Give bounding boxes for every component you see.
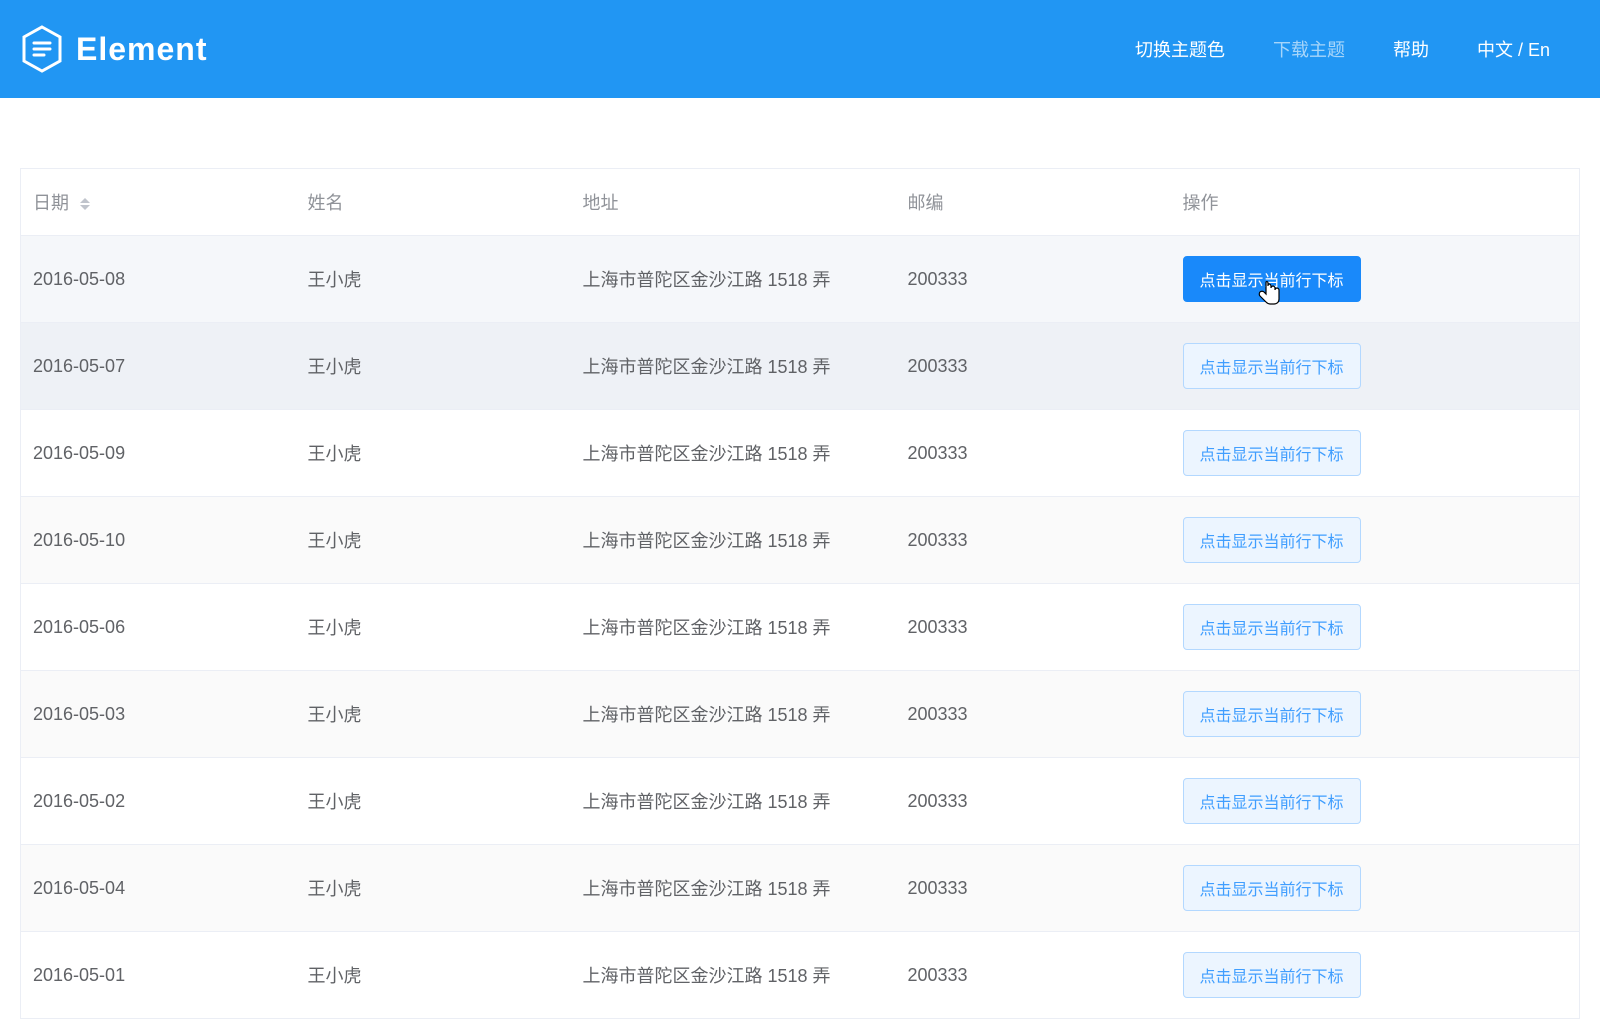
cell-action: 点击显示当前行下标 [1171,323,1580,410]
logo-text: Element [76,31,207,68]
cell-date: 2016-05-03 [21,671,296,758]
column-header-action: 操作 [1171,169,1580,236]
sort-icon[interactable] [80,198,90,210]
show-index-button[interactable]: 点击显示当前行下标 [1183,517,1361,563]
nav-help[interactable]: 帮助 [1393,36,1429,62]
sort-up-icon [80,198,90,203]
cell-name: 王小虎 [296,497,571,584]
cell-action: 点击显示当前行下标 [1171,236,1580,323]
cell-action: 点击显示当前行下标 [1171,584,1580,671]
nav-theme-color[interactable]: 切换主题色 [1135,36,1225,62]
cell-zip: 200333 [896,758,1171,845]
data-table: 日期 姓名 地址 邮编 操作 2016-05-08 王小虎 上海市普陀区金沙江路… [20,168,1580,1019]
sort-down-icon [80,205,90,210]
nav: 切换主题色 下载主题 帮助 中文 / En [1135,36,1580,62]
column-header-zip[interactable]: 邮编 [896,169,1171,236]
cell-action: 点击显示当前行下标 [1171,845,1580,932]
cell-name: 王小虎 [296,584,571,671]
cell-zip: 200333 [896,671,1171,758]
nav-download-theme[interactable]: 下载主题 [1273,36,1345,62]
cell-address: 上海市普陀区金沙江路 1518 弄 [571,497,896,584]
cell-address: 上海市普陀区金沙江路 1518 弄 [571,236,896,323]
cell-address: 上海市普陀区金沙江路 1518 弄 [571,758,896,845]
cell-zip: 200333 [896,584,1171,671]
cell-date: 2016-05-04 [21,845,296,932]
cell-action: 点击显示当前行下标 [1171,410,1580,497]
cell-name: 王小虎 [296,932,571,1019]
cell-name: 王小虎 [296,845,571,932]
column-label: 日期 [33,193,69,213]
cell-zip: 200333 [896,932,1171,1019]
show-index-button[interactable]: 点击显示当前行下标 [1183,604,1361,650]
cell-action: 点击显示当前行下标 [1171,671,1580,758]
cell-zip: 200333 [896,410,1171,497]
column-header-address[interactable]: 地址 [571,169,896,236]
table-body: 2016-05-08 王小虎 上海市普陀区金沙江路 1518 弄 200333 … [21,236,1580,1019]
cell-date: 2016-05-09 [21,410,296,497]
cell-address: 上海市普陀区金沙江路 1518 弄 [571,584,896,671]
cell-name: 王小虎 [296,236,571,323]
cell-action: 点击显示当前行下标 [1171,758,1580,845]
table-row: 2016-05-09 王小虎 上海市普陀区金沙江路 1518 弄 200333 … [21,410,1580,497]
cell-address: 上海市普陀区金沙江路 1518 弄 [571,671,896,758]
cell-zip: 200333 [896,236,1171,323]
cell-zip: 200333 [896,845,1171,932]
table-row: 2016-05-03 王小虎 上海市普陀区金沙江路 1518 弄 200333 … [21,671,1580,758]
cell-name: 王小虎 [296,410,571,497]
cell-address: 上海市普陀区金沙江路 1518 弄 [571,410,896,497]
table-row: 2016-05-02 王小虎 上海市普陀区金沙江路 1518 弄 200333 … [21,758,1580,845]
show-index-button[interactable]: 点击显示当前行下标 [1183,691,1361,737]
cell-name: 王小虎 [296,671,571,758]
cell-address: 上海市普陀区金沙江路 1518 弄 [571,845,896,932]
cell-zip: 200333 [896,323,1171,410]
cell-date: 2016-05-10 [21,497,296,584]
table-row: 2016-05-06 王小虎 上海市普陀区金沙江路 1518 弄 200333 … [21,584,1580,671]
table-row: 2016-05-08 王小虎 上海市普陀区金沙江路 1518 弄 200333 … [21,236,1580,323]
logo[interactable]: Element [20,25,207,73]
show-index-button[interactable]: 点击显示当前行下标 [1183,778,1361,824]
logo-icon [20,25,64,73]
column-header-date[interactable]: 日期 [21,169,296,236]
show-index-button[interactable]: 点击显示当前行下标 [1183,343,1361,389]
nav-language[interactable]: 中文 / En [1477,36,1550,62]
header: Element 切换主题色 下载主题 帮助 中文 / En [0,0,1600,98]
show-index-button[interactable]: 点击显示当前行下标 [1183,952,1361,998]
cell-date: 2016-05-06 [21,584,296,671]
cell-zip: 200333 [896,497,1171,584]
table-row: 2016-05-01 王小虎 上海市普陀区金沙江路 1518 弄 200333 … [21,932,1580,1019]
table-row: 2016-05-04 王小虎 上海市普陀区金沙江路 1518 弄 200333 … [21,845,1580,932]
cell-date: 2016-05-02 [21,758,296,845]
cell-name: 王小虎 [296,758,571,845]
table-row: 2016-05-10 王小虎 上海市普陀区金沙江路 1518 弄 200333 … [21,497,1580,584]
cell-date: 2016-05-07 [21,323,296,410]
cell-address: 上海市普陀区金沙江路 1518 弄 [571,932,896,1019]
table-row: 2016-05-07 王小虎 上海市普陀区金沙江路 1518 弄 200333 … [21,323,1580,410]
cell-date: 2016-05-01 [21,932,296,1019]
show-index-button[interactable]: 点击显示当前行下标 [1183,865,1361,911]
content: 日期 姓名 地址 邮编 操作 2016-05-08 王小虎 上海市普陀区金沙江路… [0,98,1600,1019]
cell-action: 点击显示当前行下标 [1171,932,1580,1019]
show-index-button[interactable]: 点击显示当前行下标 [1183,430,1361,476]
cell-name: 王小虎 [296,323,571,410]
column-header-name[interactable]: 姓名 [296,169,571,236]
cell-action: 点击显示当前行下标 [1171,497,1580,584]
cell-date: 2016-05-08 [21,236,296,323]
cell-address: 上海市普陀区金沙江路 1518 弄 [571,323,896,410]
show-index-button[interactable]: 点击显示当前行下标 [1183,256,1361,302]
